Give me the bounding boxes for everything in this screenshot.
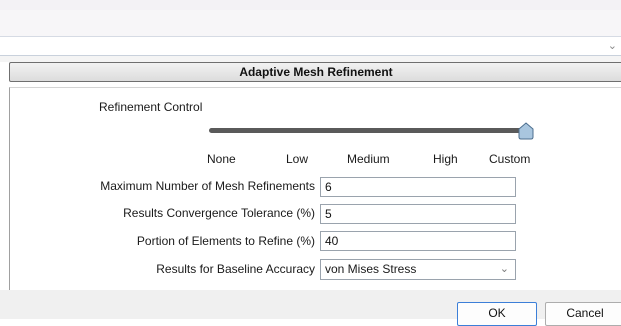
- convergence-tolerance-input[interactable]: [320, 204, 516, 224]
- portion-to-refine-input[interactable]: [320, 231, 516, 251]
- portion-to-refine-label: Portion of Elements to Refine (%): [136, 234, 315, 248]
- dialog-title: Adaptive Mesh Refinement: [9, 62, 621, 82]
- top-strip: [0, 0, 621, 36]
- slider-tick-medium: Medium: [347, 152, 390, 166]
- convergence-tolerance-label: Results Convergence Tolerance (%): [123, 206, 315, 220]
- baseline-accuracy-value: von Mises Stress: [325, 262, 417, 276]
- slider-tick-none: None: [207, 152, 236, 166]
- refinement-control-label: Refinement Control: [99, 100, 203, 114]
- max-refinements-input[interactable]: [320, 177, 516, 197]
- chevron-down-icon[interactable]: ⌄: [500, 260, 509, 279]
- slider-tick-low: Low: [286, 152, 309, 166]
- slider-tick-custom: Custom: [489, 152, 531, 166]
- slider-tick-high: High: [433, 152, 458, 166]
- slider-thumb-icon[interactable]: [517, 122, 535, 140]
- cancel-button[interactable]: Cancel: [545, 302, 621, 326]
- max-refinements-label: Maximum Number of Mesh Refinements: [100, 179, 315, 193]
- chevron-down-icon[interactable]: ⌄: [608, 39, 617, 52]
- baseline-accuracy-select[interactable]: von Mises Stress ⌄: [320, 259, 516, 280]
- baseline-accuracy-label: Results for Baseline Accuracy: [156, 262, 315, 276]
- refinement-slider-track[interactable]: [209, 128, 525, 133]
- top-dropdown[interactable]: ⌄: [0, 36, 621, 56]
- ok-button[interactable]: OK: [457, 302, 537, 326]
- top-strip-inner: [0, 10, 621, 36]
